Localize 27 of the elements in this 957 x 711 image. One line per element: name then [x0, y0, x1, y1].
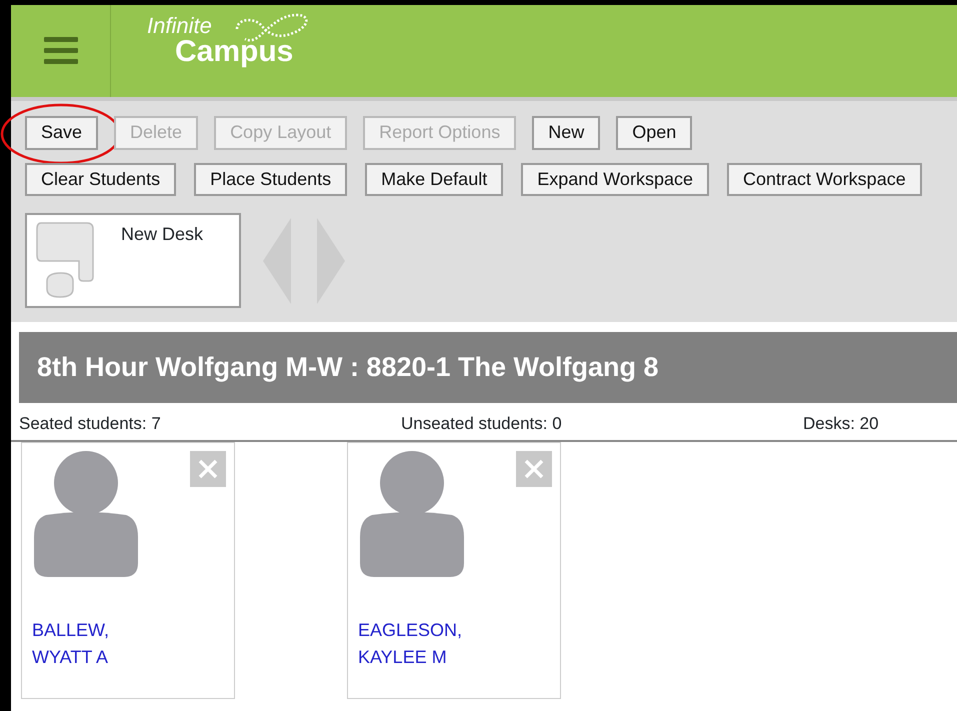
logo-text: Infinite	[147, 15, 213, 37]
remove-button[interactable]	[190, 451, 226, 488]
logo-text: Campus	[175, 37, 294, 67]
desk-palette-item[interactable]: New Desk	[25, 213, 241, 308]
desk-label: New Desk	[121, 223, 204, 246]
toolbar-button[interactable]: New	[532, 116, 600, 150]
toolbar-button[interactable]: Place Students	[194, 162, 348, 196]
menu-icon[interactable]	[44, 36, 78, 66]
toolbar-button[interactable]: Open	[616, 116, 692, 150]
remove-button[interactable]	[516, 451, 552, 488]
student-name[interactable]: BALLEW, WYATT A	[32, 617, 224, 672]
avatar-icon	[358, 451, 466, 578]
avatar-icon	[32, 451, 140, 578]
stat-text: Desks: 20	[803, 412, 879, 435]
student-card[interactable]: BALLEW, WYATT A	[21, 442, 235, 700]
toolbar-button[interactable]: Clear Students	[25, 162, 176, 196]
stat-text: Seated students: 7	[19, 412, 162, 435]
close-icon	[197, 458, 219, 480]
close-icon	[523, 458, 545, 480]
toolbar-button[interactable]: Save	[25, 116, 98, 150]
student-card[interactable]: EAGLESON, KAYLEE M	[347, 442, 561, 700]
section-title: 8th Hour Wolfgang M-W : 8820-1 The Wolfgang 8	[19, 332, 957, 403]
toolbar-button[interactable]: Expand Workspace	[521, 162, 709, 196]
student-name[interactable]: EAGLESON, KAYLEE M	[358, 617, 550, 672]
toolbar-button[interactable]: Make Default	[365, 162, 504, 196]
toolbar-button[interactable]: Contract Workspace	[726, 162, 922, 196]
stat-text: Unseated students: 0	[401, 412, 563, 435]
